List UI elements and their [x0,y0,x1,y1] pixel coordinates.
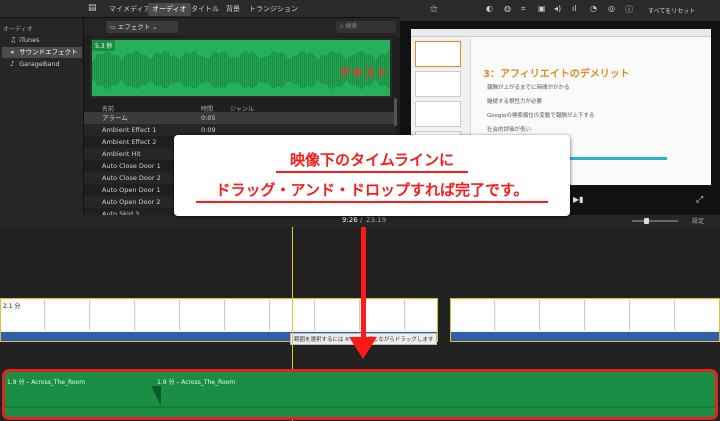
play-button[interactable]: ▶▮ [573,195,584,204]
total-time: 23:19 [366,216,387,224]
clip-thumbnail [406,300,437,330]
sidebar-item-label: サウンドエフェクト [19,48,78,56]
drop-arrow-head [349,337,377,359]
viewer-toolbar: ⚝ ◐ ◍ ⌗ ▣ ◂) ıl ◔ ◎ ⓘ すべてをリセット [400,0,720,22]
video-clip[interactable] [450,298,720,342]
sound-name: Ambient Effect 2 [102,138,157,146]
browser-toolbar: ▭ エフェクト ⌄ ⌕ 検索 [84,18,400,36]
timeline-settings-button[interactable]: 設定 [692,216,704,225]
sound-name: Auto Close Door 1 [102,162,161,170]
clip-thumbnail [46,300,90,330]
equalizer-icon[interactable]: ıl [572,4,576,13]
chevron-down-icon: ⌄ [152,24,158,31]
search-icon: ⌕ [340,23,344,30]
music-note-icon: ♫ [10,36,17,44]
crop-icon[interactable]: ⌗ [521,4,526,14]
stabilization-icon[interactable]: ◎ [608,4,615,13]
callout-line-2: ドラッグ・アンド・ドロップすれば完了です。 [215,181,529,199]
reset-all-button[interactable]: すべてをリセット [648,6,695,15]
sidebar-item-garageband[interactable]: ♪ GarageBand [2,59,82,70]
category-select-label: エフェクト [117,23,151,31]
color-palette-icon[interactable]: ◍ [504,4,511,13]
time-separator: / [360,216,363,224]
clip-thumbnail [631,300,675,330]
clip-thumbnail [226,300,270,330]
instruction-callout: 映像下のタイムラインに ドラッグ・アンド・ドロップすれば完了です。 [174,135,570,216]
clip-thumbnail [541,300,585,330]
clip-audio-waveform [451,332,719,341]
callout-underline [196,201,548,203]
sound-name: Ambient Hit [102,150,141,158]
tab-titles[interactable]: タイトル [187,3,223,16]
info-icon[interactable]: ⓘ [625,4,633,15]
slide-title: 3：アフィリエイトのデメリット [483,69,630,80]
sidebar-heading: オーディオ [3,26,33,33]
sidebar-item-sound-effects[interactable]: ◂ サウンドエフェクト [2,47,82,58]
sound-name: Ambient Effect 1 [102,126,157,134]
slide-thumbnail[interactable] [415,41,461,67]
fullscreen-icon[interactable]: ⤢ [696,195,703,205]
caption-text: テキスト [339,66,389,80]
current-time: 9:26 [342,216,358,224]
clip-thumbnail [271,300,315,330]
preview-duration-badge: 5.3 秒 [92,40,116,51]
sound-duration: 0:05 [201,114,216,122]
clip-thumbnail [361,300,405,330]
tab-backgrounds[interactable]: 背景 [222,3,244,16]
callout-line-1: 映像下のタイムラインに [290,151,454,169]
color-balance-icon[interactable]: ◐ [486,4,493,13]
search-input[interactable]: ⌕ 検索 [336,21,396,33]
tab-audio[interactable]: オーディオ [148,3,191,16]
slide-toolbar [411,29,711,37]
zoom-slider[interactable] [632,218,678,224]
clip-thumbnail [451,300,495,330]
audio-crossfade [151,386,161,406]
sound-name: Auto Open Door 1 [102,186,161,194]
timeline-header: 9:26 / 23:19 設定 [0,215,720,227]
clip-thumbnail [496,300,540,330]
volume-icon[interactable]: ◂) [554,4,561,13]
clip-thumbnail [136,300,180,330]
callout-underline [276,171,468,173]
audio-clip-label: 1.9 分 – Across_The_Room [7,379,86,386]
sidebar-item-itunes[interactable]: ♫ iTunes [2,35,82,46]
scrollbar[interactable] [394,98,397,126]
clip-thumbnail [91,300,135,330]
zoom-slider-handle[interactable] [644,218,649,224]
category-select[interactable]: ▭ エフェクト ⌄ [106,21,178,33]
sound-name: Auto Close Door 2 [102,174,161,182]
audio-sidebar: オーディオ ♫ iTunes ◂ サウンドエフェクト ♪ GarageBand [0,18,84,215]
clip-thumbnail [316,300,360,330]
slide-bullet: 継続する根性力が必要 [487,99,543,105]
speaker-icon: ◂ [10,48,14,56]
audio-track[interactable]: 1.9 分 – Across_The_Room 1.9 分 – Across_T… [2,369,718,420]
media-tab-bar: ▤ マイメディア オーディオ タイトル 背景 トランジション [0,0,400,18]
slide-bullet: 社会的評価が低い [487,127,532,133]
slide-thumbnail[interactable] [415,71,461,97]
folder-icon: ▭ [110,24,116,31]
sidebar-toggle-icon[interactable]: ▤ [88,3,97,13]
audio-baseline [5,406,715,408]
camera-icon[interactable]: ▣ [538,4,546,13]
clip-duration: 2.1 分 [3,301,21,310]
sound-name: アラーム [102,114,128,122]
slide-thumbnail[interactable] [415,101,461,127]
magic-wand-icon[interactable]: ⚝ [430,4,438,14]
sound-name: Auto Open Door 2 [102,198,161,206]
sidebar-item-label: iTunes [19,36,40,44]
clip-thumbnail [181,300,225,330]
audio-clip-label: 1.9 分 – Across_The_Room [157,379,236,386]
slide-bullet: Googleの検索順位の変動で報酬が上下する [487,113,595,119]
search-placeholder: 検索 [345,23,358,30]
tab-transitions[interactable]: トランジション [245,3,302,16]
guitar-icon: ♪ [10,60,15,68]
drop-arrow [361,227,366,339]
clip-thumbnail [676,300,719,330]
speed-icon[interactable]: ◔ [590,4,597,13]
list-item[interactable]: アラーム 0:05 [84,112,396,124]
sidebar-item-label: GarageBand [19,60,60,68]
slide-bullet: 報酬が上がるまでに時間がかかる [487,85,570,91]
clip-thumbnail [586,300,630,330]
